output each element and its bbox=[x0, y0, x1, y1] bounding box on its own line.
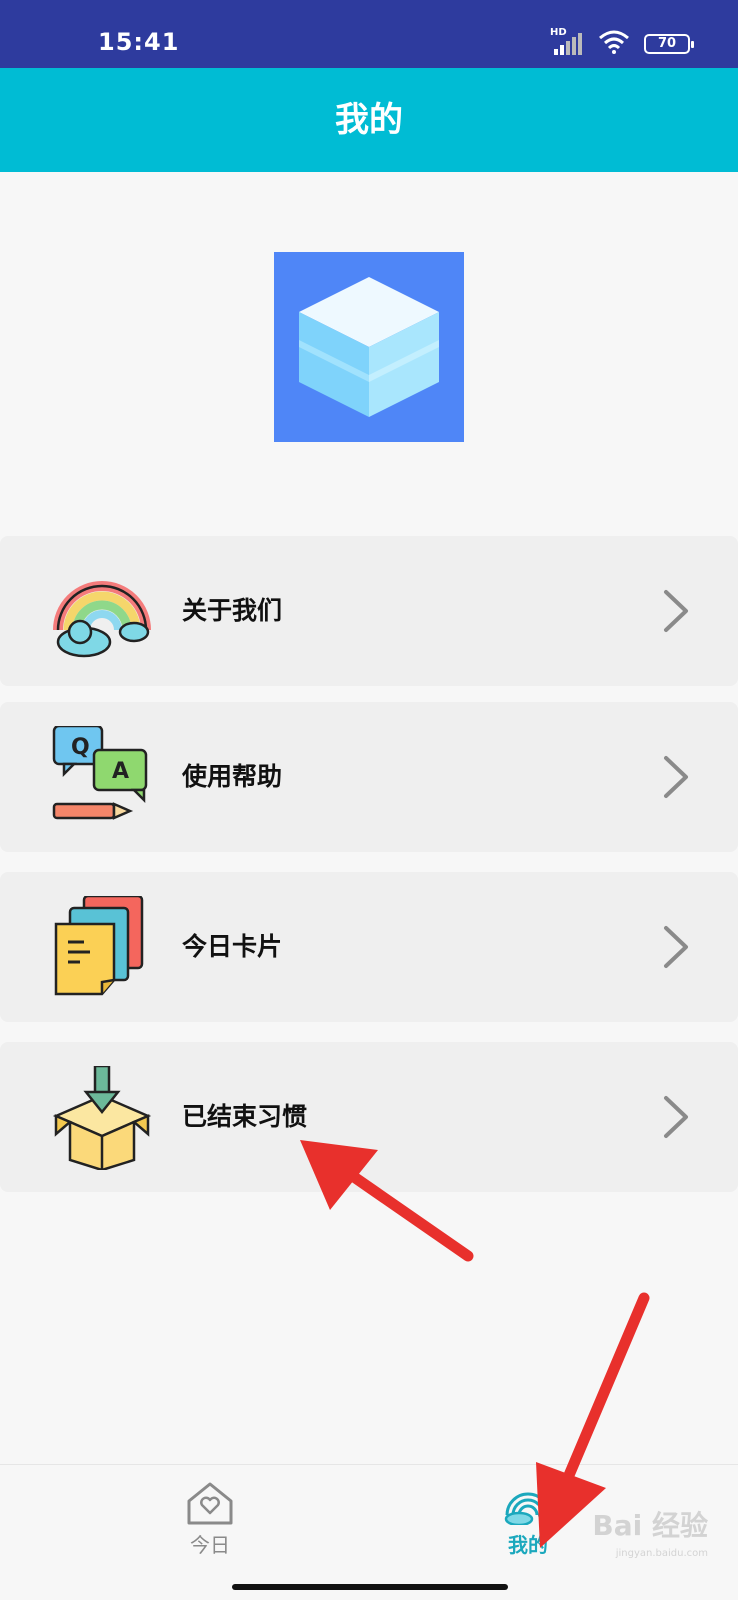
watermark-url: jingyan.baidu.com bbox=[615, 1548, 708, 1559]
network-type-label: HD bbox=[550, 27, 567, 38]
svg-text:A: A bbox=[112, 759, 129, 784]
tab-label: 我的 bbox=[508, 1533, 548, 1557]
watermark: Bai 经验 jingyan.baidu.com bbox=[592, 1504, 708, 1559]
chevron-right-icon bbox=[664, 590, 688, 632]
tab-mine[interactable]: 我的 bbox=[448, 1465, 608, 1571]
open-box-icon bbox=[52, 1066, 152, 1170]
menu-item-about-us[interactable]: 关于我们 bbox=[0, 536, 738, 686]
title-bar: 我的 bbox=[0, 68, 738, 172]
qa-chat-icon: Q A bbox=[52, 726, 148, 820]
menu-item-label: 使用帮助 bbox=[182, 762, 283, 791]
status-icons: HD 70 bbox=[550, 27, 694, 58]
signal-icon: HD bbox=[550, 27, 584, 55]
menu-item-help[interactable]: Q A 使用帮助 bbox=[0, 702, 738, 852]
rainbow-cloud-icon bbox=[504, 1492, 552, 1525]
house-heart-icon bbox=[187, 1482, 233, 1525]
status-time: 15:41 bbox=[98, 28, 180, 56]
menu-item-label: 已结束习惯 bbox=[182, 1102, 308, 1131]
tab-today[interactable]: 今日 bbox=[130, 1465, 290, 1571]
cards-icon bbox=[54, 896, 144, 996]
rainbow-cloud-icon bbox=[53, 581, 151, 658]
chevron-right-icon bbox=[664, 926, 688, 968]
svg-text:Q: Q bbox=[71, 735, 90, 760]
battery-indicator: 70 bbox=[644, 34, 694, 54]
status-bar: 15:41 HD 70 bbox=[0, 0, 738, 68]
tab-label: 今日 bbox=[190, 1533, 230, 1557]
menu-item-label: 关于我们 bbox=[182, 596, 283, 625]
menu-item-label: 今日卡片 bbox=[182, 932, 283, 961]
watermark-text: Bai 经验 bbox=[592, 1509, 708, 1542]
app-logo bbox=[274, 252, 464, 442]
cube-icon bbox=[299, 277, 439, 417]
menu-item-ended-habits[interactable]: 已结束习惯 bbox=[0, 1042, 738, 1192]
home-indicator bbox=[232, 1584, 508, 1590]
page-title: 我的 bbox=[335, 100, 403, 140]
menu-item-today-card[interactable]: 今日卡片 bbox=[0, 872, 738, 1022]
chevron-right-icon bbox=[664, 756, 688, 798]
wifi-icon bbox=[598, 30, 630, 58]
chevron-right-icon bbox=[664, 1096, 688, 1138]
